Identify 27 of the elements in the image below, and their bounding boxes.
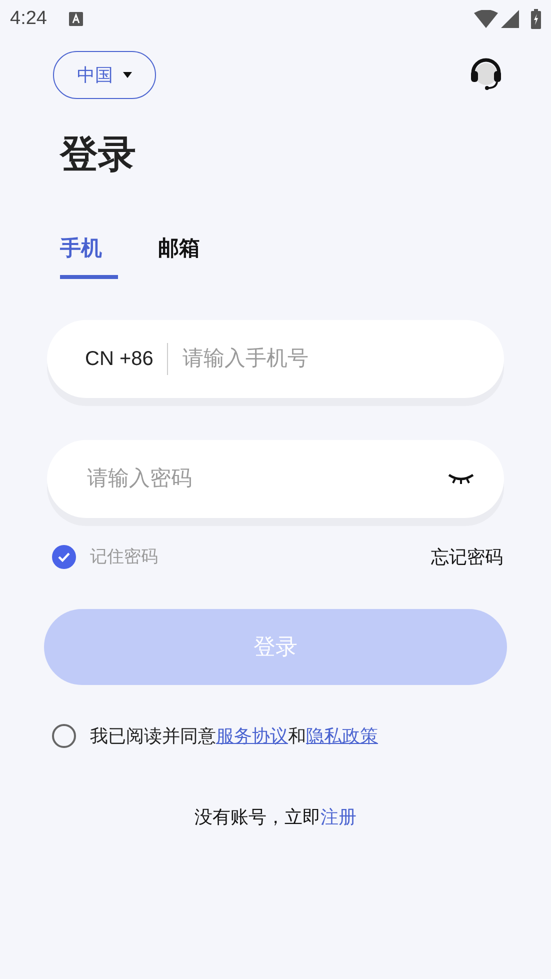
password-field[interactable]: 请输入密码 — [47, 440, 504, 518]
agreement-text: 我已阅读并同意服务协议和隐私政策 — [90, 724, 378, 748]
wifi-icon — [474, 10, 498, 28]
closed-eye-icon[interactable] — [448, 472, 474, 484]
tab[interactable]: 邮箱 — [158, 233, 200, 278]
checkmark-icon — [58, 552, 70, 562]
password-input[interactable]: 请输入密码 — [87, 462, 448, 494]
support-button[interactable] — [468, 57, 504, 93]
region-selector[interactable]: 中国 — [53, 51, 156, 99]
battery-icon — [531, 9, 541, 29]
remember-label: 记住密码 — [90, 546, 158, 568]
phone-field[interactable]: CN +86 请输入手机号 — [47, 320, 504, 398]
forgot-password-link[interactable]: 忘记密码 — [431, 544, 503, 570]
privacy-policy-link[interactable]: 隐私政策 — [306, 726, 378, 746]
country-code[interactable]: CN +86 — [85, 344, 154, 374]
signal-icon — [501, 10, 519, 28]
status-time: 4:24 — [10, 6, 47, 31]
service-agreement-link[interactable]: 服务协议 — [216, 726, 288, 746]
tab[interactable]: 手机 — [60, 233, 118, 278]
page-title: 登录 — [60, 133, 136, 178]
agreement-checkbox[interactable] — [52, 724, 76, 748]
keyboard-icon — [68, 12, 83, 26]
caret-icon — [123, 72, 132, 78]
register-prompt: 没有账号，立即注册 — [194, 806, 358, 828]
headset-icon — [469, 58, 503, 92]
register-link[interactable]: 注册 — [320, 806, 356, 826]
remember-checkbox[interactable] — [52, 545, 76, 569]
